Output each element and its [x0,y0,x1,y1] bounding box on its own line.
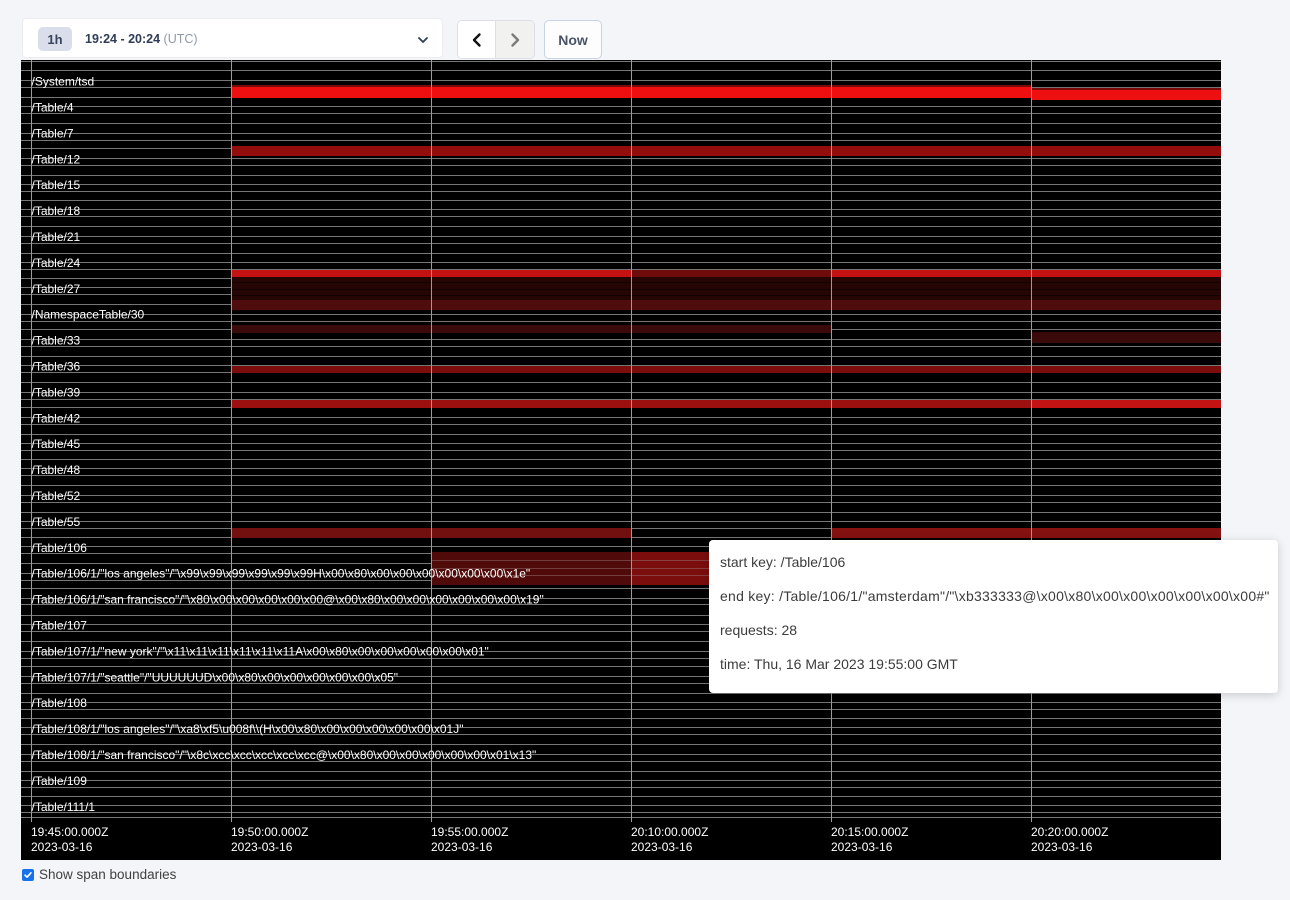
svg-text:/Table/111/1: /Table/111/1 [32,800,96,814]
svg-text:/Table/108/1/"san francisco"/": /Table/108/1/"san francisco"/"\x8c\xcc\x… [32,748,537,762]
svg-text:/NamespaceTable/30: /NamespaceTable/30 [32,308,145,322]
svg-text:/Table/106/1/"san francisco"/": /Table/106/1/"san francisco"/"\x80\x00\x… [32,593,544,607]
svg-text:/Table/33: /Table/33 [32,334,81,348]
svg-text:/Table/7: /Table/7 [32,126,74,140]
svg-text:19:50:00.000Z: 19:50:00.000Z [231,825,308,839]
svg-text:19:55:00.000Z: 19:55:00.000Z [431,825,508,839]
svg-text:20:15:00.000Z: 20:15:00.000Z [831,825,908,839]
svg-text:/Table/39: /Table/39 [32,385,81,399]
svg-text:/Table/45: /Table/45 [32,437,81,451]
svg-text:/Table/106/1/"los angeles"/"\x: /Table/106/1/"los angeles"/"\x99\x99\x99… [32,567,531,581]
svg-text:2023-03-16: 2023-03-16 [631,840,693,854]
svg-text:/Table/52: /Table/52 [32,489,81,503]
svg-text:/Table/108/1/"los angeles"/"\x: /Table/108/1/"los angeles"/"\xa8\xf5\u00… [32,722,464,736]
svg-text:/Table/27: /Table/27 [32,282,81,296]
svg-text:19:45:00.000Z: 19:45:00.000Z [31,825,108,839]
svg-text:/Table/15: /Table/15 [32,178,81,192]
svg-text:20:20:00.000Z: 20:20:00.000Z [1031,825,1108,839]
svg-text:/Table/12: /Table/12 [32,152,81,166]
svg-text:/Table/48: /Table/48 [32,463,81,477]
svg-text:2023-03-16: 2023-03-16 [31,840,93,854]
svg-text:/Table/4: /Table/4 [32,101,74,115]
svg-text:/Table/42: /Table/42 [32,411,81,425]
svg-text:2023-03-16: 2023-03-16 [231,840,293,854]
svg-text:/System/tsd: /System/tsd [32,75,95,89]
svg-text:20:10:00.000Z: 20:10:00.000Z [631,825,708,839]
svg-text:2023-03-16: 2023-03-16 [1031,840,1093,854]
svg-text:/Table/55: /Table/55 [32,515,81,529]
svg-text:/Table/21: /Table/21 [32,230,81,244]
svg-text:2023-03-16: 2023-03-16 [831,840,893,854]
svg-text:2023-03-16: 2023-03-16 [431,840,493,854]
svg-text:/Table/24: /Table/24 [32,256,81,270]
svg-text:/Table/107/1/"new york"/"\x11\: /Table/107/1/"new york"/"\x11\x11\x11\x1… [32,644,489,658]
svg-text:/Table/18: /Table/18 [32,204,81,218]
svg-text:/Table/109: /Table/109 [32,774,88,788]
svg-text:/Table/106: /Table/106 [32,541,88,555]
svg-text:/Table/107: /Table/107 [32,619,88,633]
svg-text:/Table/108: /Table/108 [32,696,88,710]
svg-text:/Table/36: /Table/36 [32,360,81,374]
svg-text:/Table/107/1/"seattle"/"UUUUUU: /Table/107/1/"seattle"/"UUUUUUD\x00\x80\… [32,670,399,684]
